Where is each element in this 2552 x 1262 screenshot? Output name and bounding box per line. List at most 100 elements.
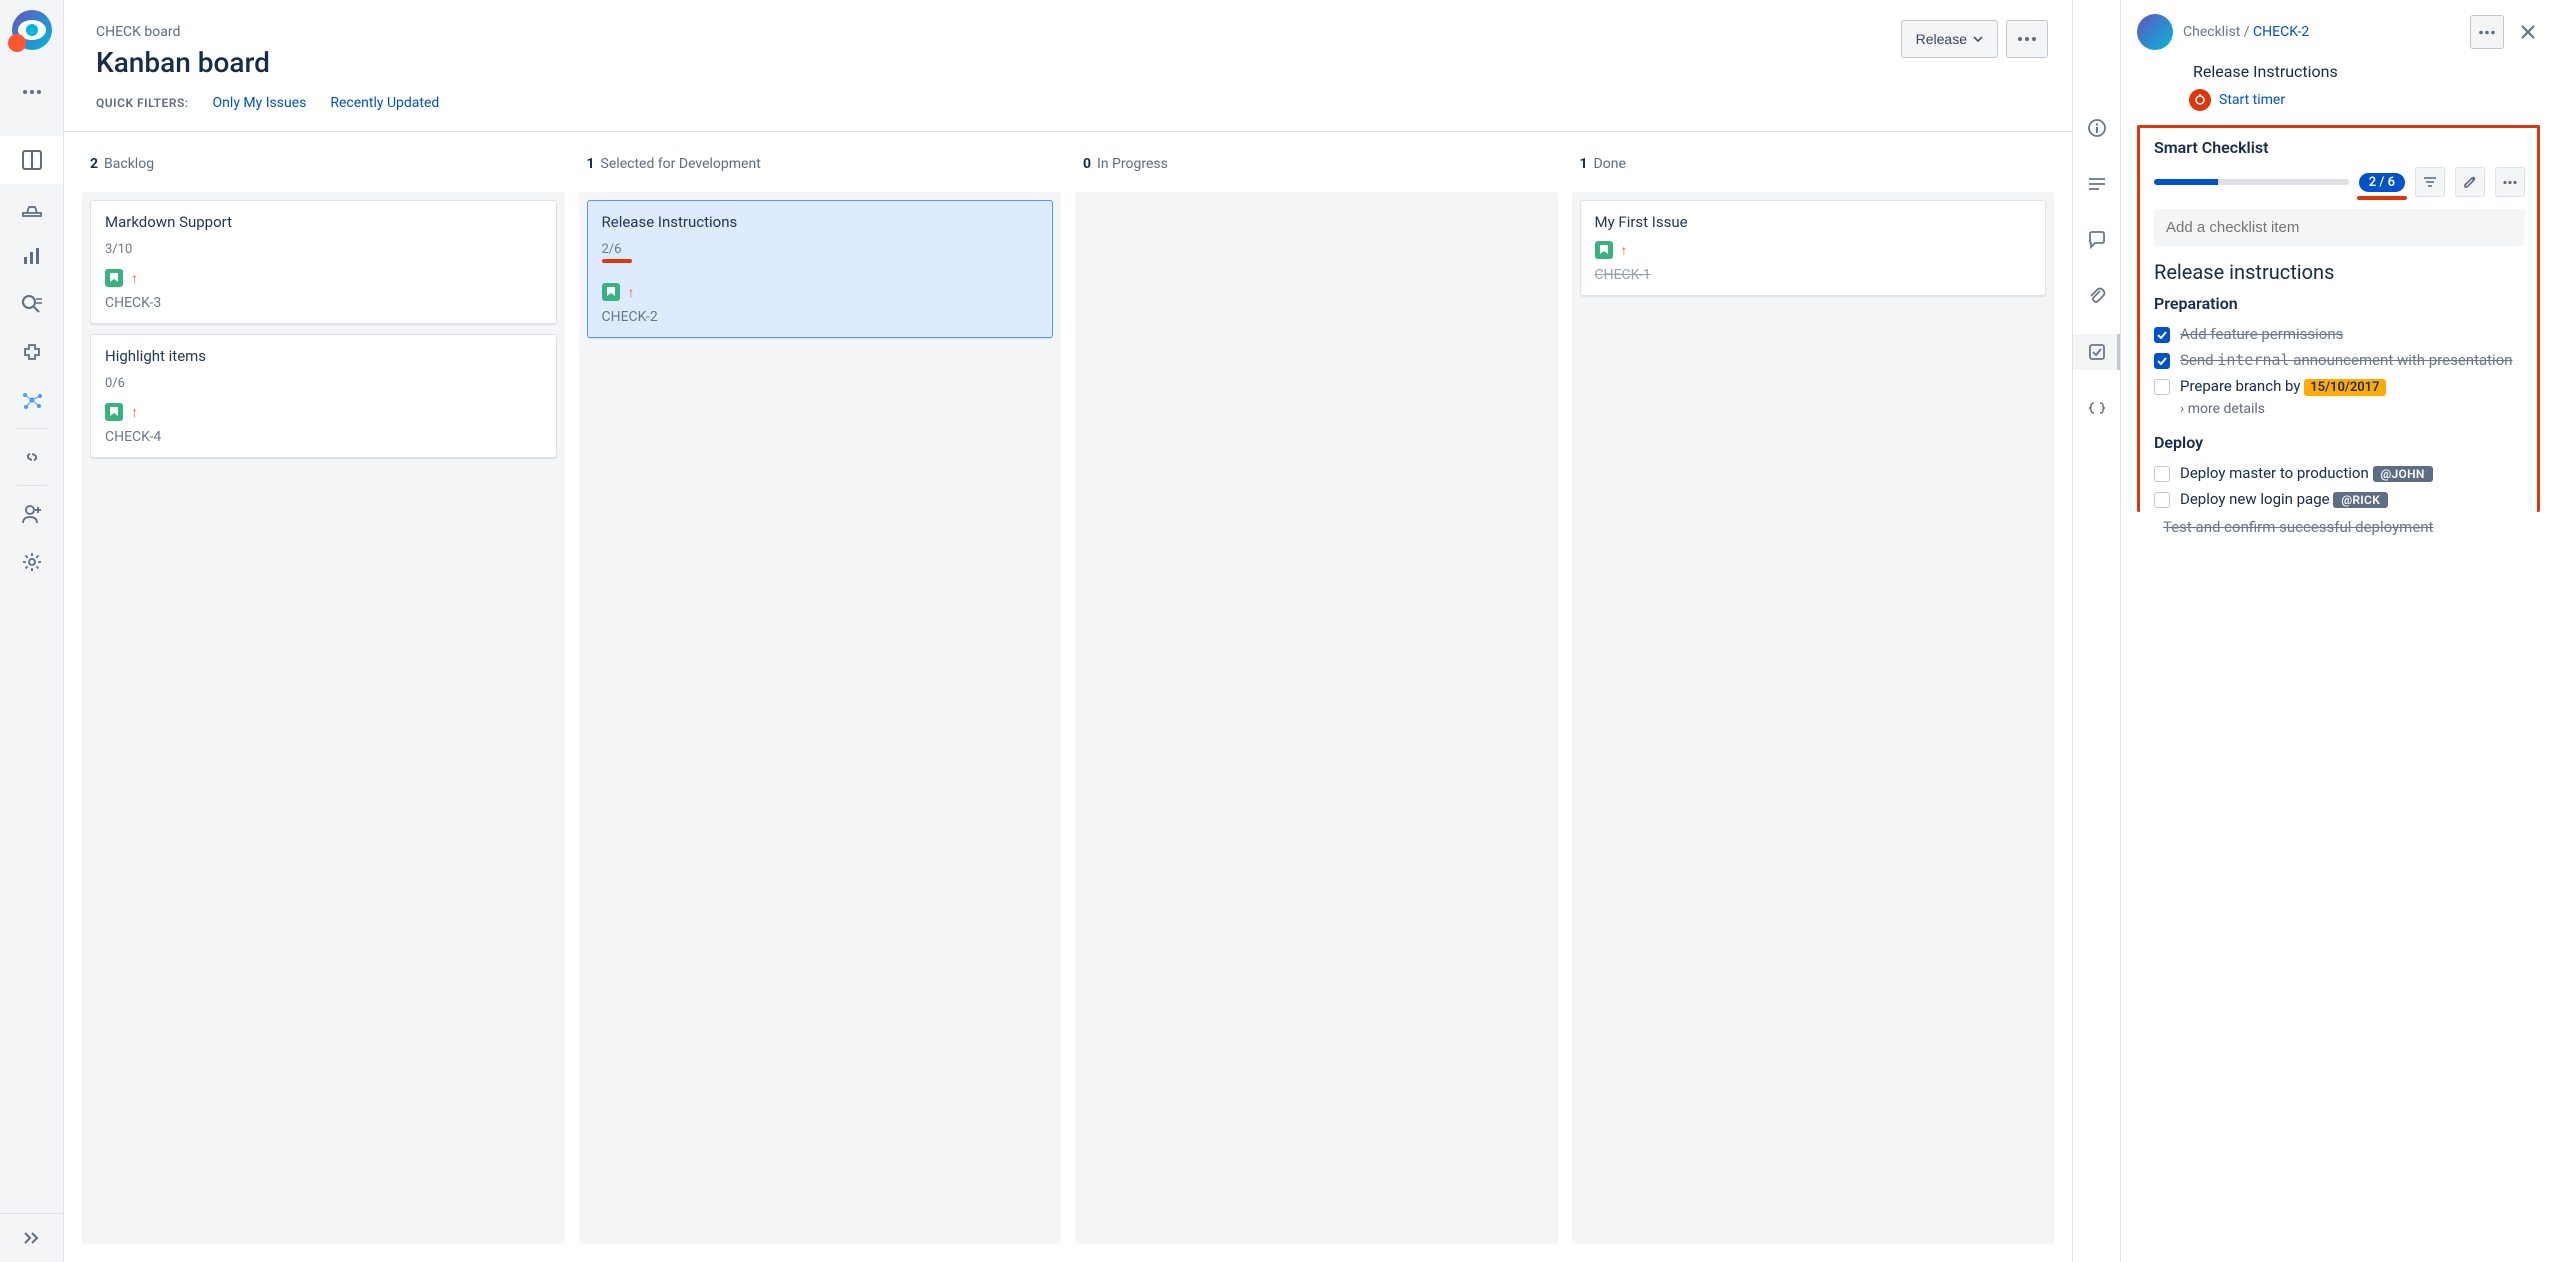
checklist-section: Deploy bbox=[2154, 433, 2525, 452]
checklist-item-text: Deploy new login page @RICK bbox=[2180, 490, 2388, 508]
panel-code-icon[interactable] bbox=[2073, 390, 2120, 426]
card-check-4[interactable]: Highlight items 0/6 ↑ CHECK-4 bbox=[90, 334, 557, 458]
checklist-edit-button[interactable] bbox=[2455, 167, 2485, 197]
checklist-item-text: Deploy master to production @JOHN bbox=[2180, 464, 2433, 482]
column-done: 1 Done My First Issue ↑ CHECK-1 bbox=[1572, 150, 2055, 1244]
card-progress: 0/6 bbox=[105, 376, 125, 391]
card-progress: 3/10 bbox=[105, 242, 132, 257]
checkbox-icon[interactable] bbox=[2154, 327, 2170, 343]
checklist-item[interactable]: Deploy master to production @JOHN bbox=[2154, 460, 2525, 486]
card-check-2[interactable]: Release Instructions 2/6 ↑ CHECK-2 bbox=[587, 200, 1054, 338]
panel-side-icons bbox=[2073, 0, 2121, 1262]
sidebar-settings-icon[interactable] bbox=[0, 538, 63, 586]
sidebar-network-icon[interactable] bbox=[0, 376, 63, 424]
card-key: CHECK-2 bbox=[602, 309, 1039, 325]
checklist-item-text: Add feature permissions bbox=[2180, 325, 2343, 343]
col-count: 0 bbox=[1083, 156, 1091, 172]
checklist-item[interactable]: Deploy new login page @RICK bbox=[2154, 486, 2525, 512]
panel-more-button[interactable] bbox=[2470, 15, 2504, 49]
col-name: Backlog bbox=[104, 156, 154, 172]
checklist-item-truncated: Test and confirm successful deployment bbox=[2137, 512, 2540, 536]
checklist-item[interactable]: Add feature permissions bbox=[2154, 321, 2525, 347]
panel-comments-icon[interactable] bbox=[2073, 222, 2120, 258]
panel-description-icon[interactable] bbox=[2073, 166, 2120, 202]
chevron-down-icon bbox=[1973, 36, 1983, 42]
issue-detail-panel: Checklist / CHECK-2 Release Instructions… bbox=[2072, 0, 2552, 1262]
card-title: Markdown Support bbox=[105, 213, 542, 231]
sidebar-link-icon[interactable] bbox=[0, 433, 63, 481]
story-icon bbox=[1595, 241, 1613, 259]
app-sidebar bbox=[0, 0, 64, 1262]
smart-checklist-area: Smart Checklist 2 / 6 bbox=[2137, 125, 2540, 512]
filters-label: QUICK FILTERS: bbox=[96, 96, 189, 110]
checklist-item-text: Send internal announcement with presenta… bbox=[2180, 351, 2513, 369]
col-count: 1 bbox=[587, 156, 595, 172]
sidebar-expand-icon[interactable] bbox=[0, 1214, 63, 1262]
checkbox-icon[interactable] bbox=[2154, 492, 2170, 508]
checklist-item[interactable]: Prepare branch by 15/10/2017 bbox=[2154, 373, 2525, 399]
sidebar-search-icon[interactable] bbox=[0, 280, 63, 328]
priority-up-icon: ↑ bbox=[131, 404, 138, 421]
checklist-item-text: Prepare branch by 15/10/2017 bbox=[2180, 377, 2386, 395]
card-key: CHECK-3 bbox=[105, 295, 542, 311]
panel-checklist-icon[interactable] bbox=[2073, 334, 2120, 370]
sidebar-addons-icon[interactable] bbox=[0, 328, 63, 376]
priority-up-icon: ↑ bbox=[1621, 242, 1628, 259]
column-backlog: 2 Backlog Markdown Support 3/10 ↑ CHECK-3… bbox=[82, 150, 565, 1244]
checklist-more-button[interactable] bbox=[2495, 167, 2525, 197]
panel-close-button[interactable] bbox=[2516, 20, 2540, 44]
checkbox-icon[interactable] bbox=[2154, 466, 2170, 482]
panel-breadcrumb: Checklist / CHECK-2 bbox=[2183, 24, 2309, 40]
priority-up-icon: ↑ bbox=[131, 270, 138, 287]
col-name: Done bbox=[1594, 156, 1626, 172]
checklist-section: Preparation bbox=[2154, 294, 2525, 313]
page-title: Kanban board bbox=[96, 46, 2040, 79]
checklist-progress-bar bbox=[2154, 179, 2349, 185]
sidebar-releases-icon[interactable] bbox=[0, 184, 63, 232]
checkbox-icon[interactable] bbox=[2154, 353, 2170, 369]
user-tag: @RICK bbox=[2333, 492, 2388, 508]
card-key: CHECK-1 bbox=[1595, 267, 2032, 283]
sidebar-reports-icon[interactable] bbox=[0, 232, 63, 280]
sidebar-more-icon[interactable] bbox=[0, 68, 63, 116]
checkbox-icon[interactable] bbox=[2154, 379, 2170, 395]
card-progress: 2/6 bbox=[602, 242, 622, 257]
more-details-link[interactable]: more details bbox=[2180, 401, 2525, 417]
app-logo-icon bbox=[12, 10, 52, 50]
column-selected: 1 Selected for Development Release Instru… bbox=[579, 150, 1062, 1244]
story-icon bbox=[602, 283, 620, 301]
add-checklist-input[interactable] bbox=[2154, 209, 2525, 246]
user-tag: @JOHN bbox=[2373, 466, 2433, 482]
card-key: CHECK-4 bbox=[105, 429, 542, 445]
breadcrumb[interactable]: CHECK board bbox=[96, 24, 2040, 40]
col-count: 2 bbox=[90, 156, 98, 172]
checklist-filter-button[interactable] bbox=[2415, 167, 2445, 197]
sidebar-board-icon[interactable] bbox=[0, 136, 63, 184]
main-content: CHECK board Kanban board Release QUICK F… bbox=[64, 0, 2072, 1262]
panel-issue-link[interactable]: CHECK-2 bbox=[2253, 24, 2309, 40]
release-button[interactable]: Release bbox=[1901, 20, 1998, 58]
card-title: Release Instructions bbox=[602, 213, 1039, 231]
sidebar-add-user-icon[interactable] bbox=[0, 490, 63, 538]
card-check-3[interactable]: Markdown Support 3/10 ↑ CHECK-3 bbox=[90, 200, 557, 324]
card-check-1[interactable]: My First Issue ↑ CHECK-1 bbox=[1580, 200, 2047, 296]
card-title: My First Issue bbox=[1595, 213, 2032, 231]
panel-info-icon[interactable] bbox=[2073, 110, 2120, 146]
panel-attachments-icon[interactable] bbox=[2073, 278, 2120, 314]
col-name: Selected for Development bbox=[601, 156, 761, 172]
release-label: Release bbox=[1916, 31, 1967, 47]
filter-only-my-issues[interactable]: Only My Issues bbox=[213, 95, 307, 111]
checklist-count-badge: 2 / 6 bbox=[2359, 173, 2405, 192]
col-count: 1 bbox=[1580, 156, 1588, 172]
checklist-item[interactable]: Send internal announcement with presenta… bbox=[2154, 347, 2525, 373]
priority-up-icon: ↑ bbox=[628, 284, 635, 301]
date-tag: 15/10/2017 bbox=[2304, 379, 2385, 396]
timer-icon bbox=[2189, 89, 2211, 111]
project-avatar-icon bbox=[2137, 14, 2173, 50]
panel-issue-title: Release Instructions bbox=[2193, 62, 2540, 81]
card-title: Highlight items bbox=[105, 347, 542, 365]
filter-recently-updated[interactable]: Recently Updated bbox=[330, 95, 439, 111]
start-timer-link[interactable]: Start timer bbox=[2219, 92, 2285, 108]
story-icon bbox=[105, 403, 123, 421]
board-more-button[interactable] bbox=[2006, 20, 2048, 58]
